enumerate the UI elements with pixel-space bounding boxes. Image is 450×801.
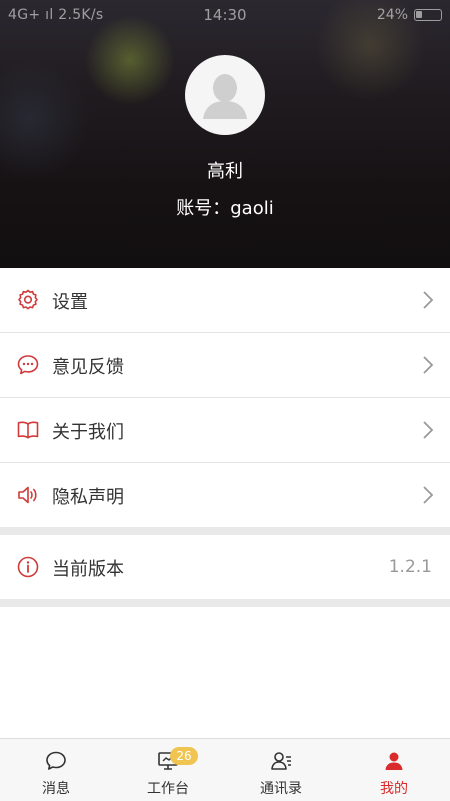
tab-label: 我的 xyxy=(380,781,408,797)
info-circle-icon xyxy=(17,556,39,578)
open-book-icon xyxy=(17,421,39,439)
status-bar: 4G+ ıl 2.5K/s 14:30 24% xyxy=(0,0,450,30)
chat-bubble-icon xyxy=(17,355,39,375)
chevron-right-icon xyxy=(423,291,434,309)
menu-item-settings[interactable]: 设置 xyxy=(0,268,450,332)
workbench-badge: 26 xyxy=(170,747,198,765)
tab-contacts[interactable]: 通讯录 xyxy=(225,739,337,801)
avatar[interactable] xyxy=(185,55,265,135)
tab-workbench[interactable]: 工作台 xyxy=(112,739,224,801)
menu-item-feedback[interactable]: 意见反馈 xyxy=(0,333,450,397)
menu-label: 关于我们 xyxy=(52,422,124,443)
chevron-right-icon xyxy=(423,486,434,504)
account-id: 账号：gaoli xyxy=(176,198,274,219)
chevron-right-icon xyxy=(423,356,434,374)
user-name: 高利 xyxy=(207,161,243,182)
speaker-icon xyxy=(18,486,37,504)
version-row: 当前版本 1.2.1 xyxy=(0,535,450,599)
menu-label: 设置 xyxy=(52,292,88,313)
tab-label: 工作台 xyxy=(147,781,189,797)
battery-percent: 24% xyxy=(376,7,408,23)
person-icon xyxy=(385,752,403,770)
profile-header: 4G+ ıl 2.5K/s 14:30 24% 高利 账号：gaoli xyxy=(0,0,450,268)
tab-label: 通讯录 xyxy=(260,781,302,797)
chevron-right-icon xyxy=(423,421,434,439)
bottom-tab-bar: 消息 工作台 通讯录 我的 xyxy=(0,738,450,801)
menu-label: 隐私声明 xyxy=(52,487,124,508)
tab-me[interactable]: 我的 xyxy=(338,739,450,801)
version-value: 1.2.1 xyxy=(388,557,432,577)
contacts-icon xyxy=(271,752,291,770)
tab-label: 消息 xyxy=(42,781,70,797)
menu-item-privacy[interactable]: 隐私声明 xyxy=(0,463,450,527)
menu-label: 意见反馈 xyxy=(52,357,124,378)
message-icon xyxy=(46,751,66,770)
battery-icon xyxy=(414,9,442,21)
section-gap xyxy=(0,527,450,535)
tab-messages[interactable]: 消息 xyxy=(0,739,112,801)
menu-item-about[interactable]: 关于我们 xyxy=(0,398,450,462)
section-gap xyxy=(0,599,450,607)
gear-icon xyxy=(18,289,38,310)
version-label: 当前版本 xyxy=(52,559,124,580)
